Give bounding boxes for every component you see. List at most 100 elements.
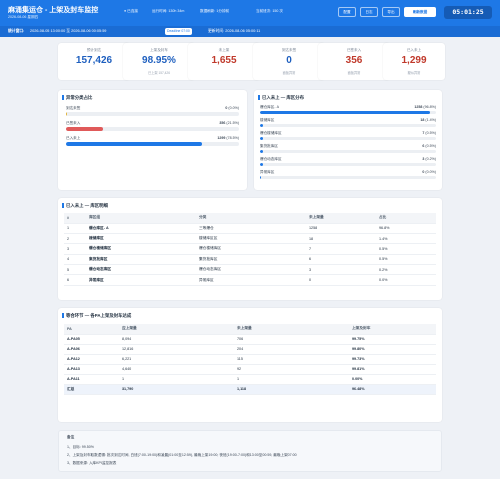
live-clock: 05:01:25 [444, 6, 492, 19]
zone-value: 1258 (96.8%) [414, 105, 436, 109]
zone-title: 已入未上 — 库区分布 [258, 95, 304, 100]
table-header: PA 应上架量 未上架量 上架及封车 [64, 324, 436, 335]
page-title: 麻涌集运仓 - 上架及封车监控 [8, 7, 99, 14]
kpi-signed-not-in: 已签未入 356 面板异常 [318, 43, 390, 80]
zone-label: 爆仓库区- A [260, 105, 279, 109]
column-header: 分类 [196, 213, 306, 224]
table-row: 5 爆仓动态库区 爆仓动态库区 3 0.2% [64, 264, 436, 276]
config-button[interactable]: 配置 [338, 7, 356, 17]
zone-bar-track [260, 111, 436, 114]
refresh-button[interactable]: 刷新数据 [404, 7, 436, 17]
notes-line: 2、上架及封车取数逻辑: 批次到达时间, 白班(7:00-19:00)和凌晨(0… [67, 453, 297, 457]
zone-label: 异常库区 [260, 170, 275, 174]
column-header: 上架及封车 [349, 324, 436, 335]
zone-value: 3 (0.2%) [422, 157, 436, 161]
runtime-text: 运行时间: 130h 34m [152, 9, 185, 13]
exception-bar-fill [66, 142, 202, 146]
table-row: A-PA05 8,094 706 99.75% [64, 334, 436, 345]
kpi-value: 1,655 [211, 55, 237, 66]
exception-value: 1299 (78.5%) [217, 136, 239, 140]
column-header: 未上架量 [234, 324, 349, 335]
kpi-sub: 已上架 157,426 [148, 71, 170, 75]
exception-bar-fill [66, 127, 104, 131]
kpi-in-not-shelved: 已入未上 1,299 疑似异常 [383, 43, 445, 80]
zone-bar-fill [260, 124, 263, 127]
notes-panel: 备注 1、目标: 99.50% 2、上架及封车取数逻辑: 批次到达时间, 白班(… [58, 430, 442, 472]
deadline-badge: Deadline 07:00 [165, 28, 192, 35]
log-button[interactable]: 日志 [360, 7, 378, 17]
zone-bar-fill [260, 137, 263, 140]
exception-bar-track [66, 142, 239, 146]
kpi-label: 未上架 [218, 48, 230, 52]
kpi-label: 已签未入 [346, 48, 362, 52]
column-header: 未上架量 [306, 213, 376, 224]
zone-card: 已入未上 — 库区分布 爆仓库区- A 1258 (96.8%) 楼储库区 18… [254, 90, 442, 190]
window-bar: 统计窗口: 2026-08-05 13:00:00 至 2026-08-06 0… [0, 26, 500, 37]
zone-value: 6 (0.5%) [422, 144, 436, 148]
kpi-label: 到达未签 [281, 48, 297, 52]
table-header: # 库区组 分类 未上架量 占比 [64, 213, 436, 224]
kpi-sub: 面板异常 [347, 71, 361, 75]
zone-label: 楼储库区 [260, 118, 275, 122]
exception-label: 到达未签 [66, 106, 81, 110]
kpi-unshelved: 未上架 1,655 [188, 43, 260, 80]
zone-bar-fill [260, 163, 263, 166]
export-button[interactable]: 导出 [382, 7, 400, 17]
connection-status: ● 已连接 [124, 9, 138, 13]
exception-bar-track [66, 127, 239, 131]
kpi-rate: 上架及封车 98.95% 已上架 157,426 [123, 43, 195, 80]
zone-label: 爆仓动态库区 [260, 157, 282, 161]
table-total-row: 汇总 31,790 1,118 96.48% [64, 384, 436, 395]
exception-value: 356 (21.5%) [219, 121, 239, 125]
notes-title: 备注 [67, 435, 75, 439]
kpi-sub: 面板异常 [282, 71, 296, 75]
table-row: 2 楼储库区 楼储库区区 18 1.4% [64, 233, 436, 245]
zone-bar-fill [260, 150, 263, 153]
exception-title: 异常分类占比 [61, 95, 93, 100]
column-header: # [64, 213, 86, 224]
zone-bar-fill [260, 111, 431, 114]
kpi-label: 上架及封车 [150, 48, 168, 52]
table-row: A-PA13 4,640 92 99.81% [64, 364, 436, 375]
zone-bar-track [260, 124, 436, 127]
column-header: 库区组 [86, 213, 196, 224]
table-row: A-PA11 1 1 0.00% [64, 374, 436, 385]
table-row: 1 爆仓库区- A 三等爆仓 1258 96.8% [64, 223, 436, 234]
shift-text: 当前班次: 150 次 [256, 9, 283, 13]
zone-bar-track [260, 137, 436, 140]
exception-bar-track [66, 112, 239, 116]
zone-label: 爆仓楼储库区 [260, 131, 282, 135]
kpi-expected: 预计到达 157,426 [58, 43, 130, 80]
zone-value: 18 (1.4%) [420, 118, 436, 122]
kpi-label: 已入未上 [406, 48, 422, 52]
exception-value: 0 (0.0%) [225, 106, 239, 110]
kpi-value: 98.95% [142, 55, 176, 66]
table-row: 3 爆仓楼储库区 爆仓楼储库区 7 0.5% [64, 243, 436, 255]
zone-bar-track [260, 176, 436, 179]
window-value: 2026-08-05 13:00:00 至 2026-08-06 00:05:5… [30, 29, 107, 33]
updated-time: 更新时间: 2026-08-06 05:00:11 [208, 29, 261, 33]
column-header: 应上架量 [119, 324, 234, 335]
zone-bar-track [260, 150, 436, 153]
table-row: 6 异常库区 异常库区 0 0.0% [64, 274, 436, 286]
exception-label: 已入未上 [66, 136, 81, 140]
detail-table: # 库区组 分类 未上架量 占比 1 爆仓库区- A 三等爆仓 1258 96.8% 2… [64, 213, 436, 286]
page-date: 2026-08-06 星期四 [8, 15, 39, 19]
kpi-value: 1,299 [401, 55, 427, 66]
kpi-value: 0 [286, 55, 292, 66]
zone-bar-fill [260, 176, 262, 179]
refresh-text: 数据刷新: 1分钟前 [200, 9, 230, 13]
zone-value: 7 (0.5%) [422, 131, 436, 135]
notes-line: 3、数据来源: 入库KPI监控报表 [67, 461, 117, 465]
kpi-arrived-unsigned: 到达未签 0 面板异常 [253, 43, 325, 80]
pa-title: 等合环节 — 各PA上架及封车达成 [61, 313, 132, 318]
exception-card: 异常分类占比 到达未签 0 (0.0%) 已签未入 356 (21.5%) 已入… [58, 90, 247, 190]
table-row: A-PA06 12,816 204 99.80% [64, 344, 436, 355]
column-header: PA [64, 324, 119, 335]
detail-title: 已入未上 — 库区明细 [62, 203, 108, 208]
table-row: A-PA12 6,221 115 99.73% [64, 354, 436, 365]
exception-bar-fill [66, 112, 68, 116]
kpi-value: 157,426 [75, 55, 113, 66]
notes-line: 1、目标: 99.50% [67, 445, 94, 449]
detail-card: 已入未上 — 库区明细 # 库区组 分类 未上架量 占比 1 爆仓库区- A 三等爆… [58, 198, 442, 300]
